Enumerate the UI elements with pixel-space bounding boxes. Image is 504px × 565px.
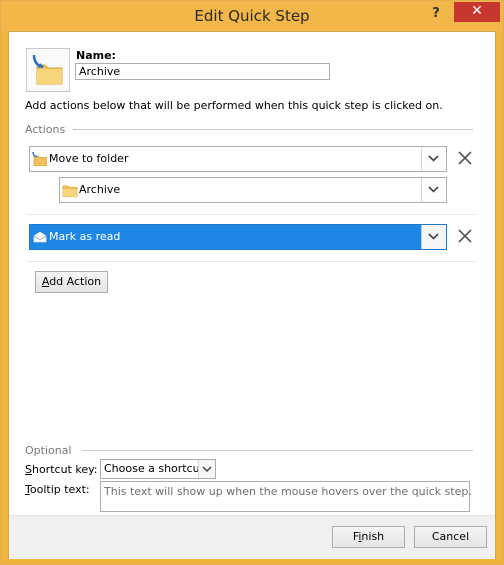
chevron-down-icon: [428, 186, 439, 193]
cancel-button[interactable]: Cancel: [414, 526, 487, 548]
actions-group-label: Actions: [25, 123, 66, 136]
chevron-down-icon: [428, 155, 439, 162]
instructions-text: Add actions below that will be performed…: [25, 99, 443, 112]
action-label: Move to folder: [49, 152, 129, 165]
dropdown-arrow[interactable]: [198, 460, 215, 478]
envelope-open-icon: [33, 231, 47, 243]
name-field[interactable]: Archive: [75, 63, 330, 80]
folder-select-dropdown[interactable]: Archive: [59, 177, 447, 203]
delete-action-1-icon[interactable]: [457, 150, 473, 166]
dropdown-arrow[interactable]: [421, 225, 446, 249]
tooltip-text-label: Tooltip text:: [25, 483, 90, 496]
close-icon: ✕: [471, 3, 483, 19]
move-folder-icon: [32, 54, 63, 85]
action-mark-as-read-dropdown[interactable]: Mark as read: [29, 224, 447, 250]
tooltip-placeholder: This text will show up when the mouse ho…: [104, 485, 472, 498]
shortcut-key-label: Shortcut key:: [25, 463, 98, 476]
actions-divider: [73, 129, 473, 130]
finish-button[interactable]: Finish: [332, 526, 405, 548]
dropdown-arrow[interactable]: [421, 147, 446, 171]
title-bar[interactable]: Edit Quick Step ? ✕: [1, 1, 503, 31]
chevron-down-icon: [428, 233, 439, 240]
action-separator: [27, 214, 475, 215]
delete-action-2-icon[interactable]: [457, 228, 473, 244]
action-separator: [27, 261, 475, 262]
name-label: Name:: [76, 49, 116, 62]
shortcut-key-select[interactable]: Choose a shortcut: [100, 459, 216, 479]
folder-icon: [62, 185, 78, 197]
dropdown-arrow[interactable]: [421, 178, 446, 202]
shortcut-key-value: Choose a shortcut: [104, 462, 204, 475]
dialog-footer: Finish Cancel: [9, 515, 495, 559]
optional-group-label: Optional: [25, 444, 72, 457]
close-button[interactable]: ✕: [454, 2, 500, 22]
edit-quick-step-dialog: Edit Quick Step ? ✕ Name: Archive Add ac…: [0, 0, 504, 565]
action-label: Mark as read: [49, 230, 121, 243]
folder-label: Archive: [79, 183, 121, 196]
quick-step-icon-button[interactable]: [26, 48, 70, 92]
optional-divider: [82, 450, 473, 451]
help-button[interactable]: ?: [426, 4, 446, 24]
move-folder-icon: [32, 151, 47, 166]
dialog-body: Name: Archive Add actions below that wil…: [8, 31, 496, 559]
chevron-down-icon: [202, 466, 212, 472]
add-action-button[interactable]: Add Action: [35, 271, 108, 293]
tooltip-text-field[interactable]: This text will show up when the mouse ho…: [100, 481, 472, 512]
action-move-to-folder-dropdown[interactable]: Move to folder: [29, 146, 447, 172]
